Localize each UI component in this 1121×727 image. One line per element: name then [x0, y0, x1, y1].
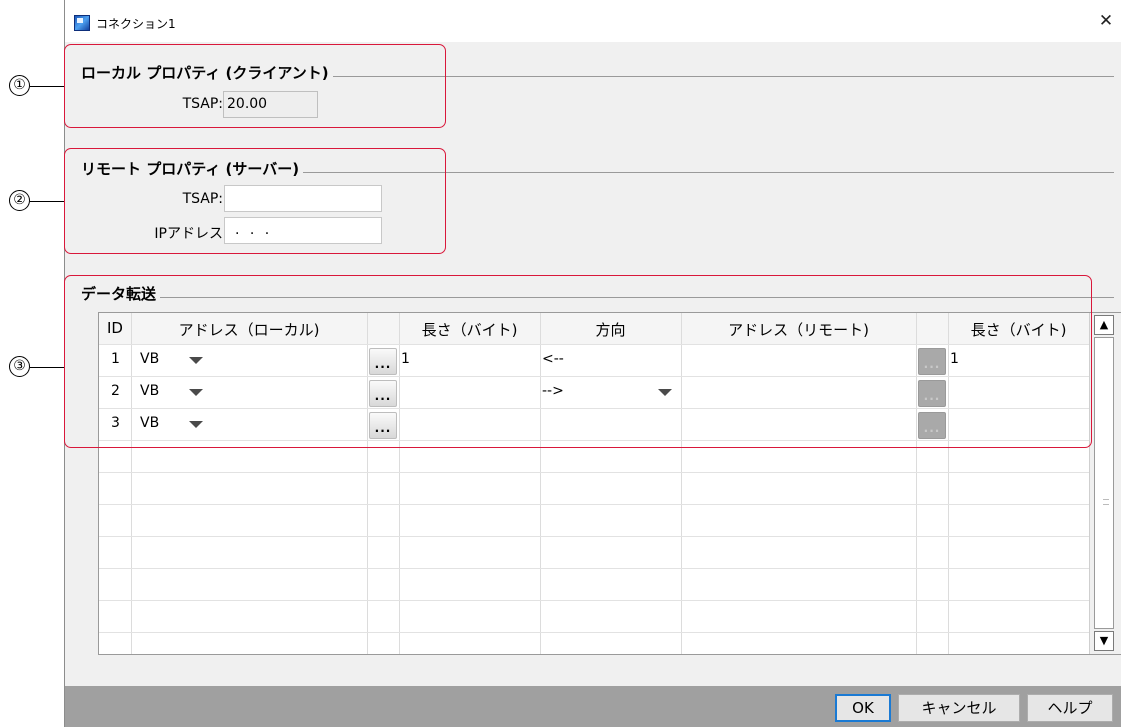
row-id: 2: [111, 383, 120, 399]
chevron-down-icon[interactable]: [658, 389, 672, 396]
browse-local-button[interactable]: ...: [369, 412, 397, 439]
remote-tsap-label: TSAP:: [182, 191, 223, 207]
transfer-group-title: データ転送: [81, 283, 161, 304]
address-local-select[interactable]: VB: [140, 383, 159, 399]
header-address-local: アドレス（ローカル): [178, 321, 320, 339]
transfer-table-body: ID アドレス（ローカル) 長さ（バイト) 方向 アドレス（リモート) 長さ（バ…: [99, 313, 1089, 654]
help-button[interactable]: ヘルプ: [1027, 694, 1113, 722]
local-tsap-label: TSAP:: [182, 96, 223, 112]
cancel-button[interactable]: キャンセル: [898, 694, 1020, 722]
callout-2-line: [30, 201, 64, 202]
browse-remote-button: ...: [918, 380, 946, 407]
ok-button[interactable]: OK: [835, 694, 891, 722]
grip-icon: [1103, 499, 1109, 505]
row-id: 3: [111, 415, 120, 431]
browse-remote-button: ...: [918, 348, 946, 375]
callout-1-line: [30, 86, 64, 87]
browse-remote-button: ...: [918, 412, 946, 439]
connection-dialog: コネクション1 ✕ ローカル プロパティ (クライアント) TSAP: 20.0…: [64, 0, 1121, 727]
local-tsap-field[interactable]: 20.00: [223, 91, 318, 118]
title-bar[interactable]: コネクション1 ✕: [65, 0, 1121, 42]
header-direction: 方向: [595, 321, 626, 339]
remote-ip-label: IPアドレス: [154, 226, 223, 242]
direction-select[interactable]: -->: [542, 383, 564, 399]
callout-1: ①: [9, 75, 30, 96]
direction-value[interactable]: <--: [542, 351, 564, 367]
app-icon: [74, 15, 90, 31]
chevron-down-icon[interactable]: [189, 421, 203, 428]
chevron-down-icon[interactable]: [189, 389, 203, 396]
callout-2: ②: [9, 190, 30, 211]
header-address-remote: アドレス（リモート): [728, 321, 869, 339]
transfer-group-divider: [81, 297, 1114, 298]
browse-local-button[interactable]: ...: [369, 348, 397, 375]
window-title: コネクション1: [96, 17, 176, 31]
transfer-table: ID アドレス（ローカル) 長さ（バイト) 方向 アドレス（リモート) 長さ（バ…: [98, 312, 1121, 655]
callout-3: ③: [9, 356, 30, 377]
header-length-remote: 長さ（バイト): [970, 321, 1067, 339]
length-remote-value[interactable]: 1: [950, 351, 959, 367]
remote-tsap-field[interactable]: [224, 185, 382, 212]
address-local-select[interactable]: VB: [140, 415, 159, 431]
table-scrollbar[interactable]: ▲ ▼: [1089, 313, 1121, 654]
chevron-down-icon[interactable]: [189, 357, 203, 364]
scroll-up-icon[interactable]: ▲: [1094, 315, 1114, 335]
browse-local-button[interactable]: ...: [369, 380, 397, 407]
remote-group-title: リモート プロパティ (サーバー): [81, 158, 304, 179]
length-local-value[interactable]: 1: [401, 351, 410, 367]
row-id: 1: [111, 351, 120, 367]
address-local-select[interactable]: VB: [140, 351, 159, 367]
header-length-local: 長さ（バイト): [421, 321, 518, 339]
scrollbar-thumb[interactable]: [1094, 337, 1114, 629]
remote-ip-field[interactable]: . . .: [224, 217, 382, 244]
local-group-title: ローカル プロパティ (クライアント): [81, 62, 333, 83]
close-button[interactable]: ✕: [1097, 12, 1115, 30]
header-id: ID: [107, 319, 123, 337]
callout-3-line: [30, 367, 64, 368]
scroll-down-icon[interactable]: ▼: [1094, 631, 1114, 651]
